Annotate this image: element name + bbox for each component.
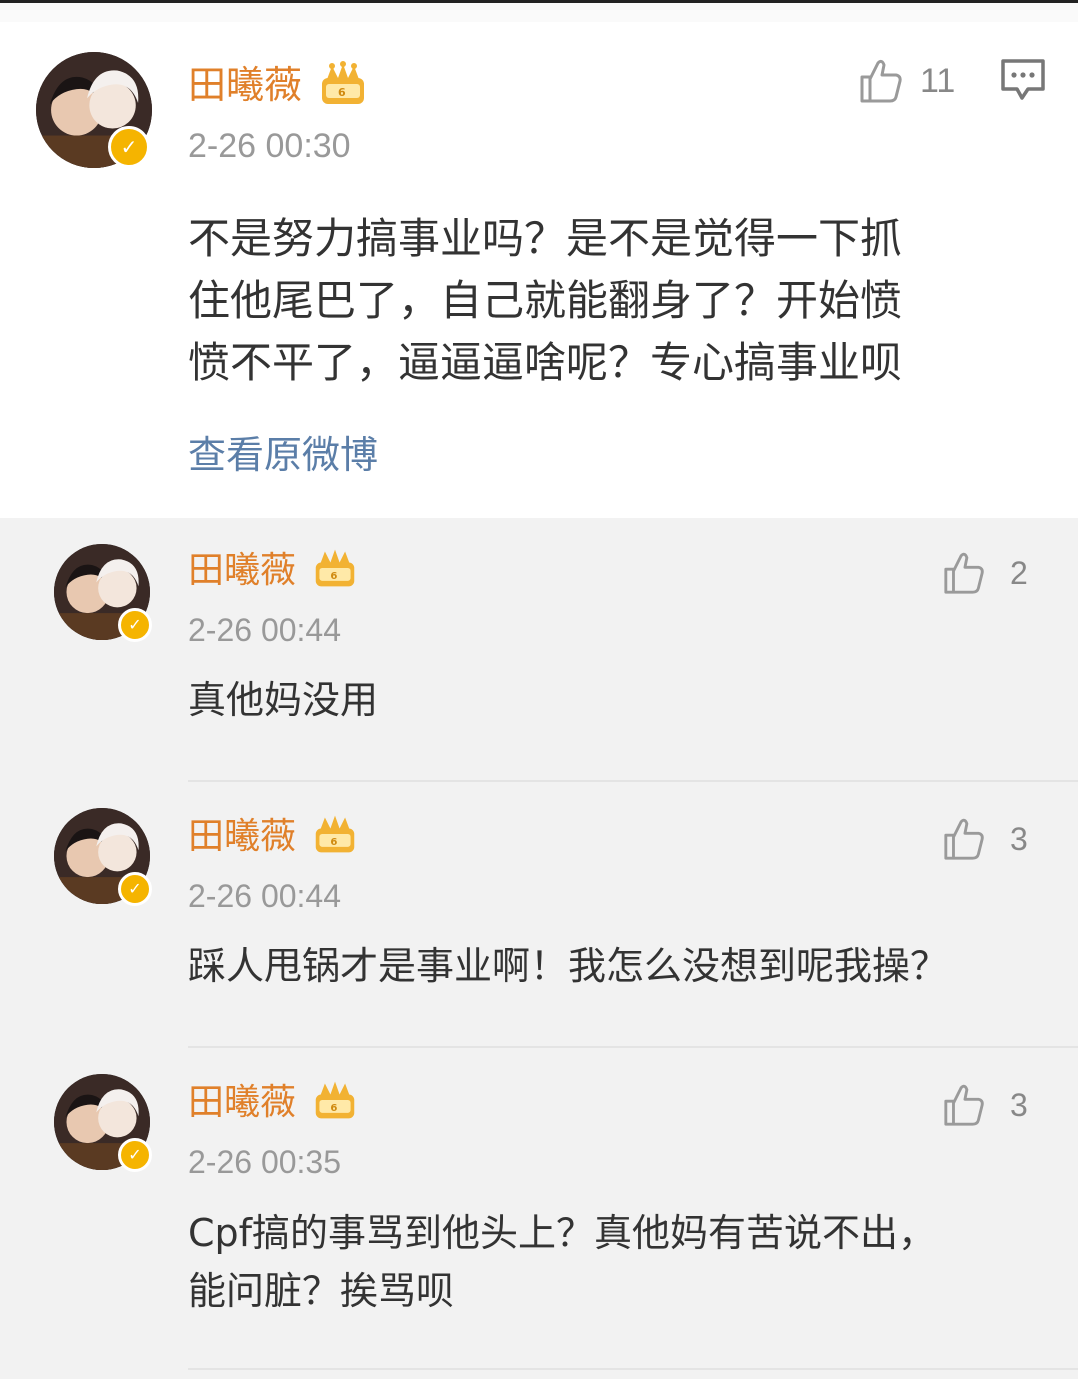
like-count: 3 bbox=[1010, 1086, 1028, 1123]
thumbs-up-icon bbox=[944, 818, 984, 860]
post-content-line: 愤不平了，逼逼逼啥呢？专心搞事业呗 bbox=[188, 338, 903, 387]
post-content-line: 住他尾巴了，自己就能翻身了？开始愤 bbox=[188, 276, 903, 325]
thumbs-up-icon bbox=[860, 59, 902, 103]
like-button[interactable]: 11 bbox=[858, 54, 955, 108]
like-count: 2 bbox=[1010, 554, 1028, 591]
like-button[interactable]: 3 bbox=[942, 814, 1028, 864]
divider bbox=[188, 780, 1078, 782]
crown-badge-icon: 6 bbox=[315, 549, 355, 587]
post-content: 不是努力搞事业吗？是不是觉得一下抓 住他尾巴了，自己就能翻身了？开始愤 愤不平了… bbox=[188, 208, 1028, 394]
timestamp: 2-26 00:44 bbox=[188, 612, 342, 648]
crown-badge-icon: 6 bbox=[315, 1081, 355, 1119]
crown-badge-icon: 6 bbox=[322, 61, 364, 104]
thumbs-up-icon bbox=[944, 552, 984, 594]
svg-text:6: 6 bbox=[330, 1103, 337, 1114]
username[interactable]: 田曦薇 bbox=[188, 814, 296, 860]
main-post-card: ✓ 田曦薇 6 2-26 00:30 11 不是努力搞事业吗？是不是觉得一下抓 … bbox=[0, 22, 1078, 518]
reply-content-line: 能问脏？挨骂呗 bbox=[188, 1269, 455, 1313]
reply-content-line: 真他妈没用 bbox=[188, 678, 379, 722]
comment-icon[interactable] bbox=[1000, 58, 1046, 102]
reply-item: ✓ 田曦薇 6 2-26 00:35 3 Cpf搞的事骂到他头上？真他妈有苦说不… bbox=[0, 1050, 1078, 1379]
like-count: 11 bbox=[920, 61, 956, 100]
timestamp: 2-26 00:30 bbox=[188, 127, 351, 165]
reply-content-line: 踩人甩锅才是事业啊！我怎么没想到呢我操？ bbox=[188, 944, 949, 988]
username[interactable]: 田曦薇 bbox=[188, 1080, 296, 1126]
reply-content: 踩人甩锅才是事业啊！我怎么没想到呢我操？ bbox=[188, 938, 1048, 994]
svg-text:6: 6 bbox=[338, 86, 346, 99]
timestamp: 2-26 00:35 bbox=[188, 1144, 342, 1180]
verified-badge-icon: ✓ bbox=[118, 1138, 152, 1172]
reply-content-line: Cpf搞的事骂到他头上？真他妈有苦说不出， bbox=[188, 1211, 937, 1255]
svg-text:6: 6 bbox=[330, 571, 337, 582]
timestamp: 2-26 00:44 bbox=[188, 878, 342, 914]
verified-badge-icon: ✓ bbox=[108, 126, 150, 168]
username[interactable]: 田曦薇 bbox=[188, 60, 302, 110]
verified-badge-icon: ✓ bbox=[118, 608, 152, 642]
divider bbox=[188, 1368, 1078, 1370]
like-button[interactable]: 3 bbox=[942, 1080, 1028, 1130]
top-edge bbox=[0, 0, 1078, 22]
crown-badge-icon: 6 bbox=[315, 815, 355, 853]
like-count: 3 bbox=[1010, 820, 1028, 857]
reply-content: 真他妈没用 bbox=[188, 672, 1048, 728]
reply-content: Cpf搞的事骂到他头上？真他妈有苦说不出， 能问脏？挨骂呗 bbox=[188, 1204, 1048, 1320]
post-content-line: 不是努力搞事业吗？是不是觉得一下抓 bbox=[188, 214, 903, 263]
like-button[interactable]: 2 bbox=[942, 548, 1028, 598]
svg-text:6: 6 bbox=[330, 837, 337, 848]
verified-badge-icon: ✓ bbox=[118, 872, 152, 906]
divider bbox=[188, 1046, 1078, 1048]
reply-item: ✓ 田曦薇 6 2-26 00:44 2 真他妈没用 bbox=[0, 518, 1078, 782]
view-original-link[interactable]: 查看原微博 bbox=[188, 430, 378, 480]
reply-item: ✓ 田曦薇 6 2-26 00:44 3 踩人甩锅才是事业啊！我怎么没想到呢我操… bbox=[0, 784, 1078, 1048]
username[interactable]: 田曦薇 bbox=[188, 548, 296, 594]
thumbs-up-icon bbox=[944, 1084, 984, 1126]
